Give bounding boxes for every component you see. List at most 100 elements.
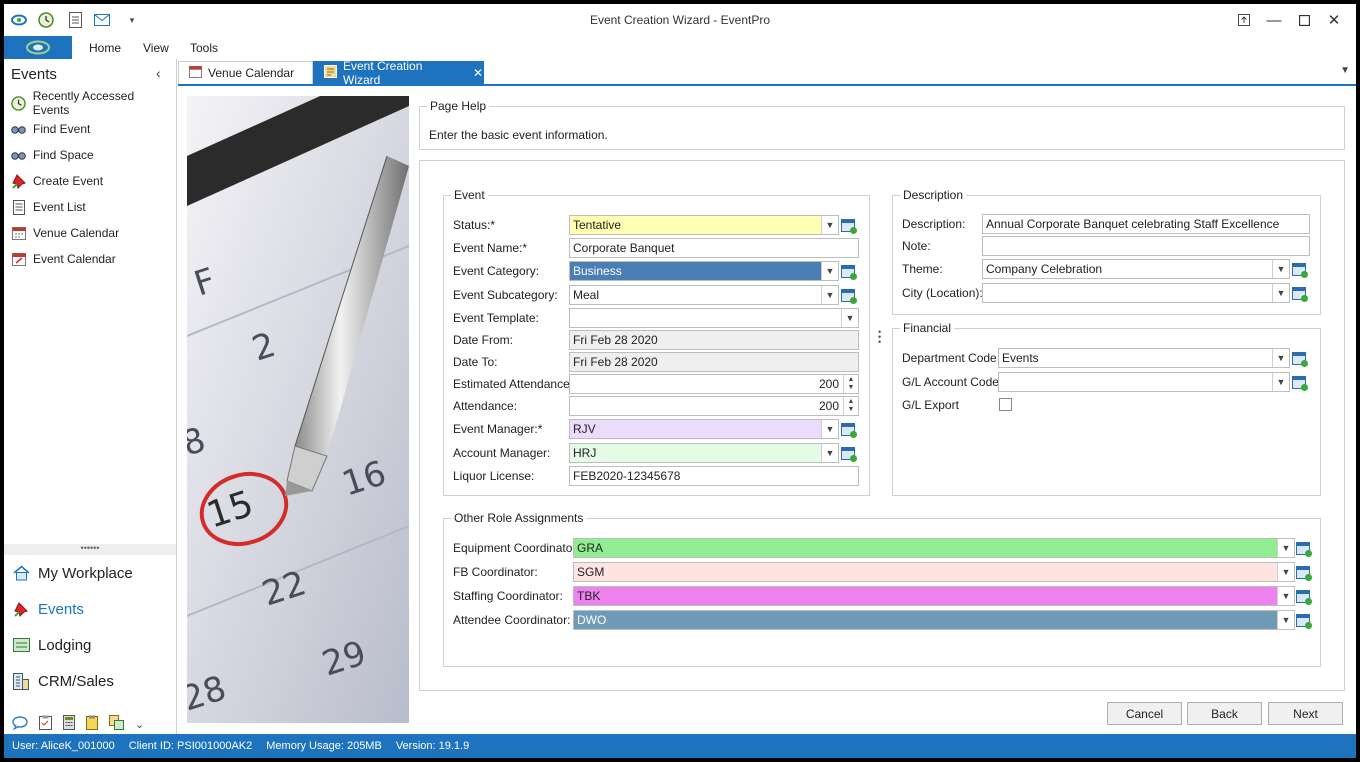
application-menu-button[interactable] — [4, 36, 72, 59]
spinner-arrows-icon[interactable]: ▲ ▼ — [843, 397, 858, 415]
event-manager-edit-icon[interactable] — [839, 420, 857, 438]
nav-item-label: Event List — [33, 200, 86, 214]
tab-label: Event Creation Wizard — [343, 59, 423, 87]
minimize-button[interactable]: — — [1262, 9, 1286, 31]
chevron-down-icon[interactable]: ▼ — [841, 309, 858, 327]
chat-icon[interactable] — [12, 715, 28, 733]
description-input[interactable]: Annual Corporate Banquet celebrating Sta… — [982, 214, 1310, 234]
event-name-input[interactable]: Corporate Banquet — [569, 238, 859, 258]
event-category-edit-icon[interactable] — [839, 262, 857, 280]
theme-value: Company Celebration — [986, 262, 1103, 276]
cancel-button[interactable]: Cancel — [1107, 702, 1182, 725]
chevron-down-icon[interactable]: ▼ — [1272, 284, 1289, 302]
estimated-attendance-spinner[interactable]: 200 ▲ ▼ — [569, 374, 859, 394]
chevron-down-icon[interactable]: ▼ — [821, 420, 838, 438]
equipment-coordinator-dropdown[interactable]: GRA ▼ — [573, 538, 1295, 558]
nav-item-label: Recently Accessed Events — [32, 89, 135, 117]
module-lodging[interactable]: Lodging — [12, 632, 91, 658]
nav-item-create-event[interactable]: Create Event — [10, 170, 172, 192]
attendance-spinner[interactable]: 200 ▲ ▼ — [569, 396, 859, 416]
next-button[interactable]: Next — [1268, 702, 1343, 725]
chevron-down-icon[interactable]: ▼ — [1272, 373, 1289, 391]
spinner-arrows-icon[interactable]: ▲ ▼ — [843, 375, 858, 393]
ribbon-tab-tools[interactable]: Tools — [190, 41, 218, 55]
event-template-dropdown[interactable]: ▼ — [569, 308, 859, 328]
department-code-edit-icon[interactable] — [1290, 349, 1308, 367]
chevron-down-icon[interactable]: ▼ — [821, 216, 838, 234]
ribbon-tab-home[interactable]: Home — [89, 41, 121, 55]
note-input[interactable] — [982, 236, 1310, 256]
panel-splitter-icon[interactable]: • • • — [878, 328, 881, 347]
chevron-down-icon[interactable]: ▼ — [821, 286, 838, 304]
gl-account-code-dropdown[interactable]: ▼ — [998, 372, 1290, 392]
tab-venue-calendar[interactable]: Venue Calendar — [178, 61, 313, 84]
tab-list-dropdown-icon[interactable]: ▼ — [1340, 65, 1350, 76]
close-window-button[interactable]: ✕ — [1322, 9, 1346, 31]
staffing-coordinator-dropdown[interactable]: TBK ▼ — [573, 586, 1295, 606]
event-subcategory-dropdown[interactable]: Meal ▼ — [569, 285, 839, 305]
theme-label: Theme: — [902, 262, 943, 276]
status-dropdown[interactable]: Tentative ▼ — [569, 215, 839, 235]
equipment-coordinator-edit-icon[interactable] — [1294, 539, 1312, 557]
status-label: Status:* — [453, 218, 496, 232]
nav-item-event-calendar[interactable]: Event Calendar — [10, 248, 172, 270]
nav-splitter[interactable]: •••••• — [4, 544, 176, 555]
theme-edit-icon[interactable] — [1290, 260, 1308, 278]
event-category-label: Event Category: — [453, 264, 540, 278]
account-manager-dropdown[interactable]: HRJ ▼ — [569, 443, 839, 463]
tab-event-creation-wizard[interactable]: Event Creation Wizard ✕ — [313, 59, 484, 87]
clipboard-icon[interactable] — [86, 715, 98, 733]
chevron-down-icon[interactable]: ▼ — [1277, 563, 1294, 581]
module-events[interactable]: Events — [12, 596, 84, 622]
nav-item-event-list[interactable]: Event List — [10, 196, 172, 218]
back-button[interactable]: Back — [1187, 702, 1262, 725]
chevron-down-icon[interactable]: ▼ — [1272, 260, 1289, 278]
event-manager-dropdown[interactable]: RJV ▼ — [569, 419, 839, 439]
status-edit-icon[interactable] — [839, 216, 857, 234]
liquor-license-input[interactable]: FEB2020-12345678 — [569, 466, 859, 486]
account-manager-label: Account Manager: — [453, 446, 551, 460]
chevron-down-icon[interactable]: ▼ — [821, 262, 838, 280]
chevron-down-icon[interactable]: ⌄ — [135, 718, 144, 731]
module-crm-sales[interactable]: CRM/Sales — [12, 668, 114, 694]
module-my-workplace[interactable]: My Workplace — [12, 560, 133, 586]
department-code-dropdown[interactable]: Events ▼ — [998, 348, 1290, 368]
pin-window-button[interactable] — [1232, 9, 1256, 31]
date-to-value: Fri Feb 28 2020 — [573, 355, 658, 369]
theme-dropdown[interactable]: Company Celebration ▼ — [982, 259, 1290, 279]
account-manager-edit-icon[interactable] — [839, 444, 857, 462]
date-from-label: Date From: — [453, 333, 514, 347]
attendee-coordinator-value: DWO — [577, 613, 607, 627]
fb-coordinator-dropdown[interactable]: SGM ▼ — [573, 562, 1295, 582]
nav-item-find-event[interactable]: Find Event — [10, 118, 172, 140]
binoculars-icon — [10, 121, 27, 138]
event-subcategory-edit-icon[interactable] — [839, 286, 857, 304]
gl-export-checkbox[interactable] — [999, 398, 1012, 411]
nav-item-label: Event Calendar — [33, 252, 116, 266]
chevron-down-icon[interactable]: ▼ — [1277, 611, 1294, 629]
fb-coordinator-edit-icon[interactable] — [1294, 563, 1312, 581]
event-category-dropdown[interactable]: Business ▼ — [569, 261, 839, 281]
attendee-coordinator-edit-icon[interactable] — [1294, 611, 1312, 629]
maximize-button[interactable] — [1292, 9, 1316, 31]
attendee-coordinator-dropdown[interactable]: DWO ▼ — [573, 610, 1295, 630]
ribbon-tab-view[interactable]: View — [143, 41, 169, 55]
close-tab-icon[interactable]: ✕ — [473, 66, 483, 80]
nav-item-find-space[interactable]: Find Space — [10, 144, 172, 166]
collapse-nav-icon[interactable]: ‹ — [156, 65, 161, 81]
city-dropdown[interactable]: ▼ — [982, 283, 1290, 303]
nav-item-venue-calendar[interactable]: Venue Calendar — [10, 222, 172, 244]
checklist-icon[interactable] — [39, 715, 52, 733]
calendar-icon — [10, 251, 27, 268]
chevron-down-icon[interactable]: ▼ — [1277, 539, 1294, 557]
pushpin-icon — [12, 600, 30, 618]
chevron-down-icon[interactable]: ▼ — [1277, 587, 1294, 605]
resources-icon[interactable] — [109, 715, 124, 733]
city-edit-icon[interactable] — [1290, 284, 1308, 302]
chevron-down-icon[interactable]: ▼ — [821, 444, 838, 462]
chevron-down-icon[interactable]: ▼ — [1272, 349, 1289, 367]
staffing-coordinator-edit-icon[interactable] — [1294, 587, 1312, 605]
nav-item-recently-accessed-events[interactable]: Recently Accessed Events — [10, 89, 172, 117]
gl-account-code-edit-icon[interactable] — [1290, 373, 1308, 391]
calculator-icon[interactable] — [63, 715, 75, 733]
